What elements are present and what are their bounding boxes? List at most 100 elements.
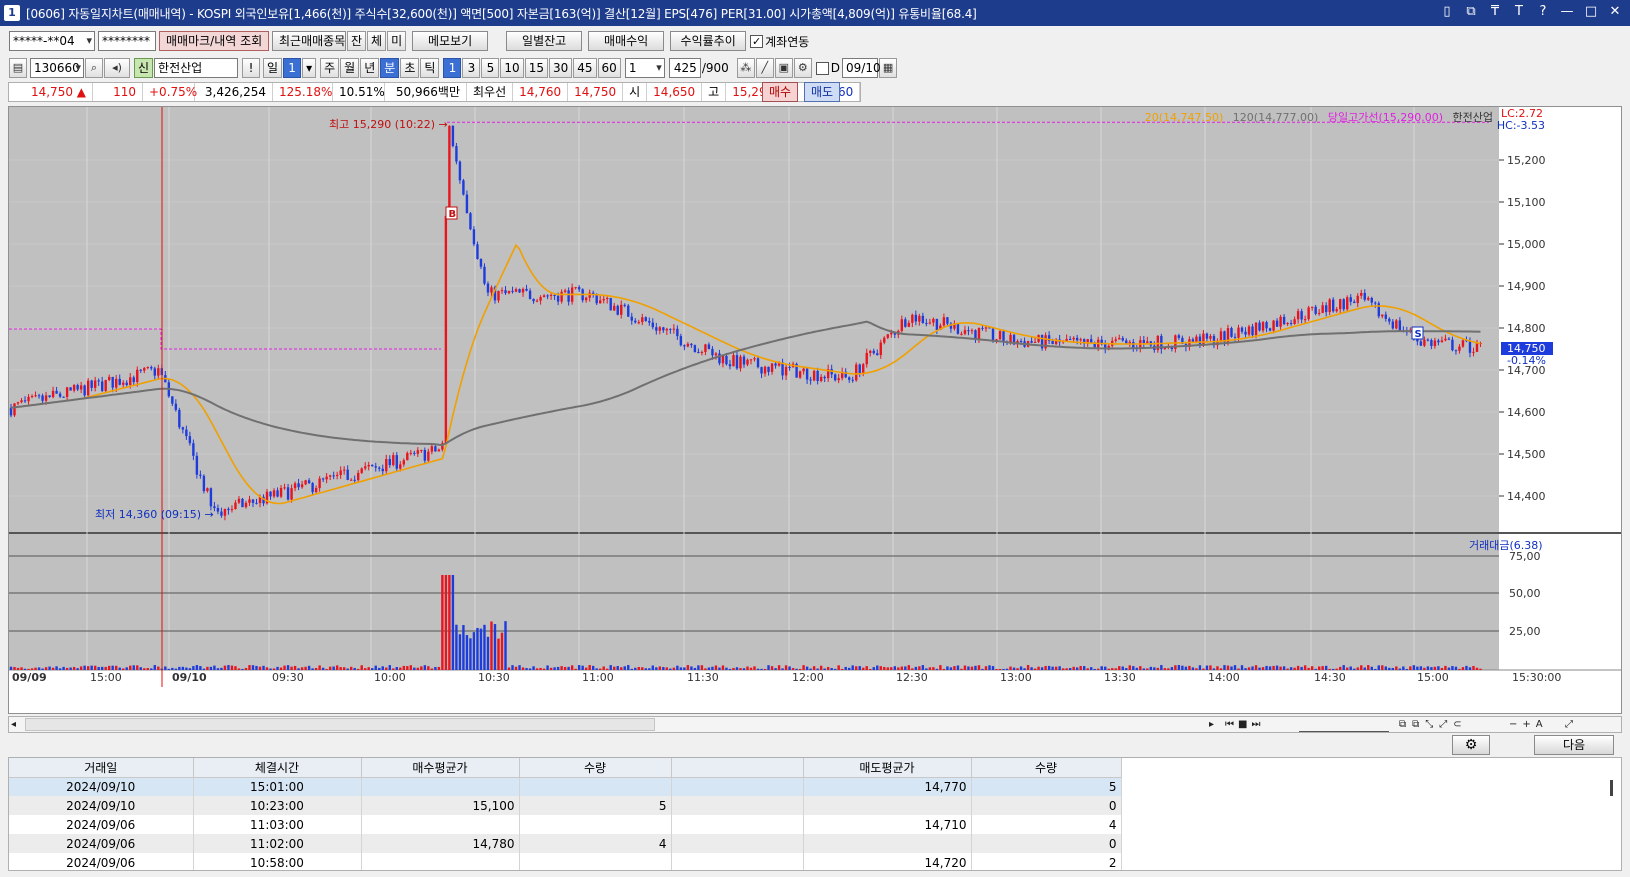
candle-body (153, 368, 156, 376)
interval-10[interactable]: 10 (500, 58, 524, 78)
table-cell: 14,770 (803, 777, 972, 796)
col-sell-qty[interactable]: 수량 (971, 758, 1122, 778)
scroll-thumb[interactable] (25, 718, 655, 731)
chart-scrollbar[interactable]: ◂ ▸ ⏮■⏭ ⧉⧉⤡⤢⊂ −+A ⤢ (8, 716, 1622, 733)
col-trade-date[interactable]: 거래일 (9, 758, 194, 778)
period-second[interactable]: 초 (400, 58, 420, 78)
minimize-icon[interactable]: — (1558, 3, 1576, 21)
period-minute[interactable]: 분 (380, 58, 400, 78)
interval-3[interactable]: 3 (462, 58, 481, 78)
table-row[interactable]: 2024/09/10 10:23:00 15,100 5 0 (9, 796, 1122, 815)
scroll-left-icon[interactable]: ◂ (11, 717, 16, 732)
tab-balance[interactable]: 잔 (347, 31, 367, 51)
price-tick-label: 15,100 (1507, 196, 1546, 209)
grid-scrollbar[interactable] (1610, 780, 1613, 796)
maximize-icon[interactable]: □ (1582, 3, 1600, 21)
buy-button[interactable]: 매수 (762, 82, 799, 102)
interval-5[interactable]: 5 (481, 58, 500, 78)
link-icon[interactable]: ▯ (1438, 3, 1456, 21)
sell-button[interactable]: 매도 (804, 82, 841, 102)
alert-button[interactable]: ! (242, 58, 261, 78)
password-field[interactable]: ******** (98, 31, 156, 51)
volume-bar (1360, 665, 1363, 670)
tab-executed[interactable]: 체 (367, 31, 387, 51)
return-trend-button[interactable]: 수익률추이 (670, 31, 747, 51)
col-buy-qty[interactable]: 수량 (519, 758, 672, 778)
period-week[interactable]: 주 (320, 58, 340, 78)
volume-bar (1331, 668, 1335, 670)
bar-count-input[interactable]: 425 (668, 58, 701, 78)
interval-1[interactable]: 1 (443, 58, 462, 78)
period-tick[interactable]: 틱 (420, 58, 440, 78)
candle-body (34, 395, 37, 397)
multiplier-select[interactable]: 1 (624, 58, 665, 78)
table-cell: 2024/09/10 (9, 796, 194, 815)
memo-button[interactable]: 메모보기 (412, 31, 489, 51)
table-row[interactable]: 2024/09/06 11:02:00 14,780 4 0 (9, 834, 1122, 853)
gear-icon[interactable]: ⚙ (793, 58, 812, 78)
candle-body (16, 402, 20, 404)
date-input[interactable]: 09/10 (842, 58, 881, 78)
restore-icon[interactable]: ⧉ (1462, 3, 1480, 21)
interval-45[interactable]: 45 (573, 58, 597, 78)
trade-mark-button[interactable]: 매매마크/내역 조회 (159, 31, 269, 51)
interval-15[interactable]: 15 (524, 58, 548, 78)
col-exec-time[interactable]: 체결시간 (193, 758, 362, 778)
grid-settings-gear-icon[interactable]: ⚙ (1452, 735, 1490, 755)
trade-history-grid[interactable]: 거래일 체결시간 매수평균가 수량 매도평균가 수량 2024/09/10 15:… (8, 757, 1622, 871)
account-select[interactable]: *****-**04 (9, 31, 95, 51)
stock-code-input[interactable]: 130660 (30, 58, 84, 78)
close-icon[interactable]: ✕ (1606, 3, 1624, 21)
search-icon[interactable]: ⌕ (85, 58, 103, 78)
table-row[interactable]: 2024/09/06 11:03:00 14,710 4 (9, 815, 1122, 834)
volume-bar (637, 666, 640, 670)
next-button[interactable]: 다음 (1534, 735, 1614, 755)
expand-icon[interactable]: ⤢ (1565, 717, 1573, 732)
volume-bar (353, 667, 356, 670)
app-icon[interactable]: 1 (4, 5, 20, 21)
chart-panel[interactable]: 15,200 15,100 15,000 14,900 14,800 14,700 14,6… (8, 106, 1622, 714)
volume-bar (1367, 665, 1370, 670)
period-label[interactable]: 일 (263, 58, 283, 78)
col-sell-avg[interactable]: 매도평균가 (803, 758, 972, 778)
account-link-checkbox[interactable]: ✓ (750, 34, 764, 48)
table-cell (671, 815, 804, 834)
font-icon[interactable]: T (1510, 3, 1528, 21)
col-buy-avg[interactable]: 매수평균가 (361, 758, 520, 778)
zoom-tools[interactable]: −+A (1509, 717, 1548, 732)
interval-30[interactable]: 30 (548, 58, 573, 78)
indicator-icon[interactable]: ⁂ (736, 58, 755, 78)
calendar-icon[interactable]: ▦ (879, 58, 898, 78)
draw-tool-icon[interactable]: ╱ (755, 58, 774, 78)
playback-controls[interactable]: ⏮■⏭ (1225, 717, 1264, 732)
help-icon[interactable]: ? (1534, 3, 1552, 21)
date-checkbox[interactable] (815, 61, 829, 75)
interval-60[interactable]: 60 (597, 58, 621, 78)
period-value[interactable]: 1 (283, 58, 302, 78)
candle-body (297, 483, 300, 488)
volume-bar (1423, 667, 1426, 670)
table-row[interactable]: 2024/09/06 10:58:00 14,720 2 (9, 853, 1122, 870)
scroll-right-icon[interactable]: ▸ (1209, 717, 1214, 732)
speaker-icon[interactable]: ◂) (104, 58, 130, 78)
volume-bar (981, 668, 984, 670)
pin-icon[interactable]: ₸ (1486, 3, 1504, 21)
chevron-down-icon[interactable]: ▾ (302, 58, 317, 78)
period-month[interactable]: 월 (340, 58, 360, 78)
period-year[interactable]: 년 (360, 58, 380, 78)
candle-body (812, 370, 816, 381)
tab-unfilled[interactable]: 미 (387, 31, 407, 51)
volume-bar (823, 668, 826, 670)
stock-name-field[interactable]: 한전산업 (154, 58, 239, 78)
layout-icon[interactable]: ▤ (9, 58, 27, 78)
price-chart[interactable]: 15,20015,10015,00014,90014,80014,70014,6… (9, 107, 1621, 713)
daily-balance-button[interactable]: 일별잔고 (506, 31, 583, 51)
candle-body (798, 371, 802, 378)
save-icon[interactable]: ▣ (774, 58, 793, 78)
table-row[interactable]: 2024/09/10 15:01:00 14,770 5 (9, 777, 1122, 796)
view-tools[interactable]: ⧉⧉⤡⤢⊂ (1399, 717, 1468, 732)
zoom-slider[interactable] (1299, 717, 1389, 732)
volume-bar (756, 668, 760, 670)
recent-trades-button[interactable]: 최근매매종목 (272, 31, 346, 51)
trade-profit-button[interactable]: 매매수익 (588, 31, 665, 51)
